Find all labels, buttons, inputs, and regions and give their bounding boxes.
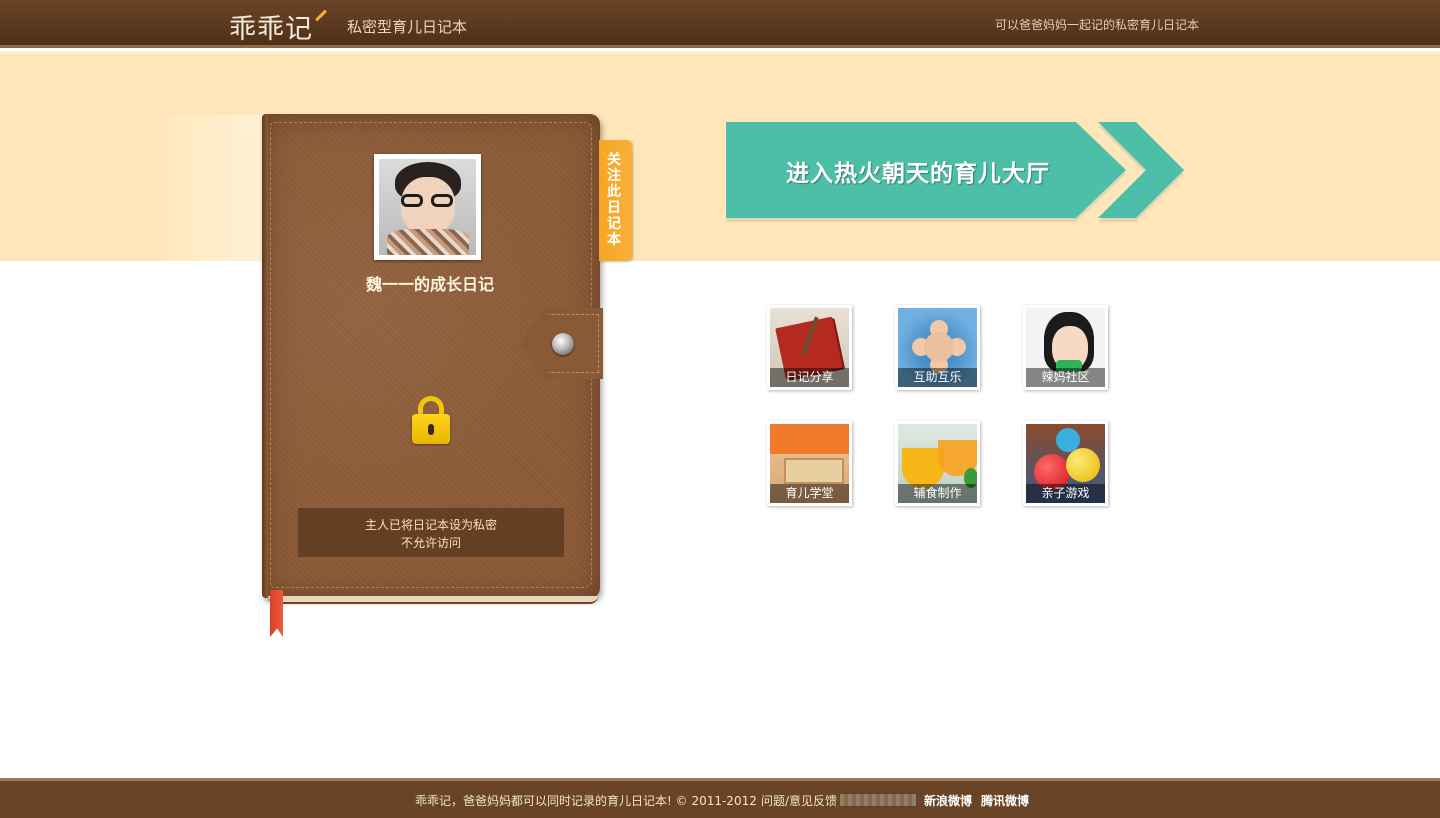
book-pages [268,596,598,604]
rivet-icon [552,333,574,355]
balls-image: 亲子游戏 [1026,424,1105,503]
baby-photo [379,159,476,255]
category-label: 辅食制作 [898,484,977,503]
category-label: 亲子游戏 [1026,484,1105,503]
category-mutual-help[interactable]: 互助互乐 [895,305,980,390]
category-label: 育儿学堂 [770,484,849,503]
blurred-contact [840,794,916,806]
sina-weibo-link[interactable]: 新浪微博 [924,792,972,809]
child-study-image: 育儿学堂 [770,424,849,503]
diary-book-image: 日记分享 [770,308,849,387]
category-label: 辣妈社区 [1026,368,1105,387]
book-spine [262,114,268,598]
site-slogan: 可以爸爸妈妈一起记的私密育儿日记本 [995,18,1200,32]
feedback-link[interactable]: 问题/意见反馈 [761,792,837,809]
juice-image: 辅食制作 [898,424,977,503]
follow-diary-button[interactable]: 关注此日记本 [599,140,632,261]
band-shade [140,115,265,261]
top-header: 乖乖记 私密型育儿日记本 可以爸爸妈妈一起记的私密育儿日记本 [0,0,1440,48]
private-notice-line2: 不允许访问 [400,536,461,550]
site-logo[interactable]: 乖乖记 [229,7,313,46]
category-diary-share[interactable]: 日记分享 [767,305,852,390]
bookmark-ribbon [270,590,283,637]
footer: 乖乖记，爸爸妈妈都可以同时记录的育儿日记本! © 2011-2012 问题/意见… [0,778,1440,818]
lock-icon [412,396,450,446]
enter-hall-banner[interactable]: 进入热火朝天的育儿大厅 [726,122,1186,222]
category-label: 日记分享 [770,368,849,387]
pen-icon [314,9,328,22]
glasses [401,194,457,208]
site-subtitle: 私密型育儿日记本 [347,18,468,36]
enter-hall-label: 进入热火朝天的育儿大厅 [786,161,1050,187]
private-notice: 主人已将日记本设为私密 不允许访问 [298,508,564,557]
category-baby-food[interactable]: 辅食制作 [895,421,980,506]
private-notice-line1: 主人已将日记本设为私密 [364,518,497,532]
tencent-weibo-link[interactable]: 腾讯微博 [981,792,1029,809]
category-parenting-school[interactable]: 育儿学堂 [767,421,852,506]
category-parent-child-games[interactable]: 亲子游戏 [1023,421,1108,506]
hands-circle-image: 互助互乐 [898,308,977,387]
diary-title: 魏一一的成长日记 [365,275,494,294]
footer-copyright: 乖乖记，爸爸妈妈都可以同时记录的育儿日记本! © 2011-2012 [415,794,757,808]
category-label: 互助互乐 [898,368,977,387]
follow-diary-label: 关注此日记本 [607,152,621,248]
category-mom-community[interactable]: 辣妈社区 [1023,305,1108,390]
baby-avatar [374,154,481,260]
mom-avatar-image: 辣妈社区 [1026,308,1105,387]
